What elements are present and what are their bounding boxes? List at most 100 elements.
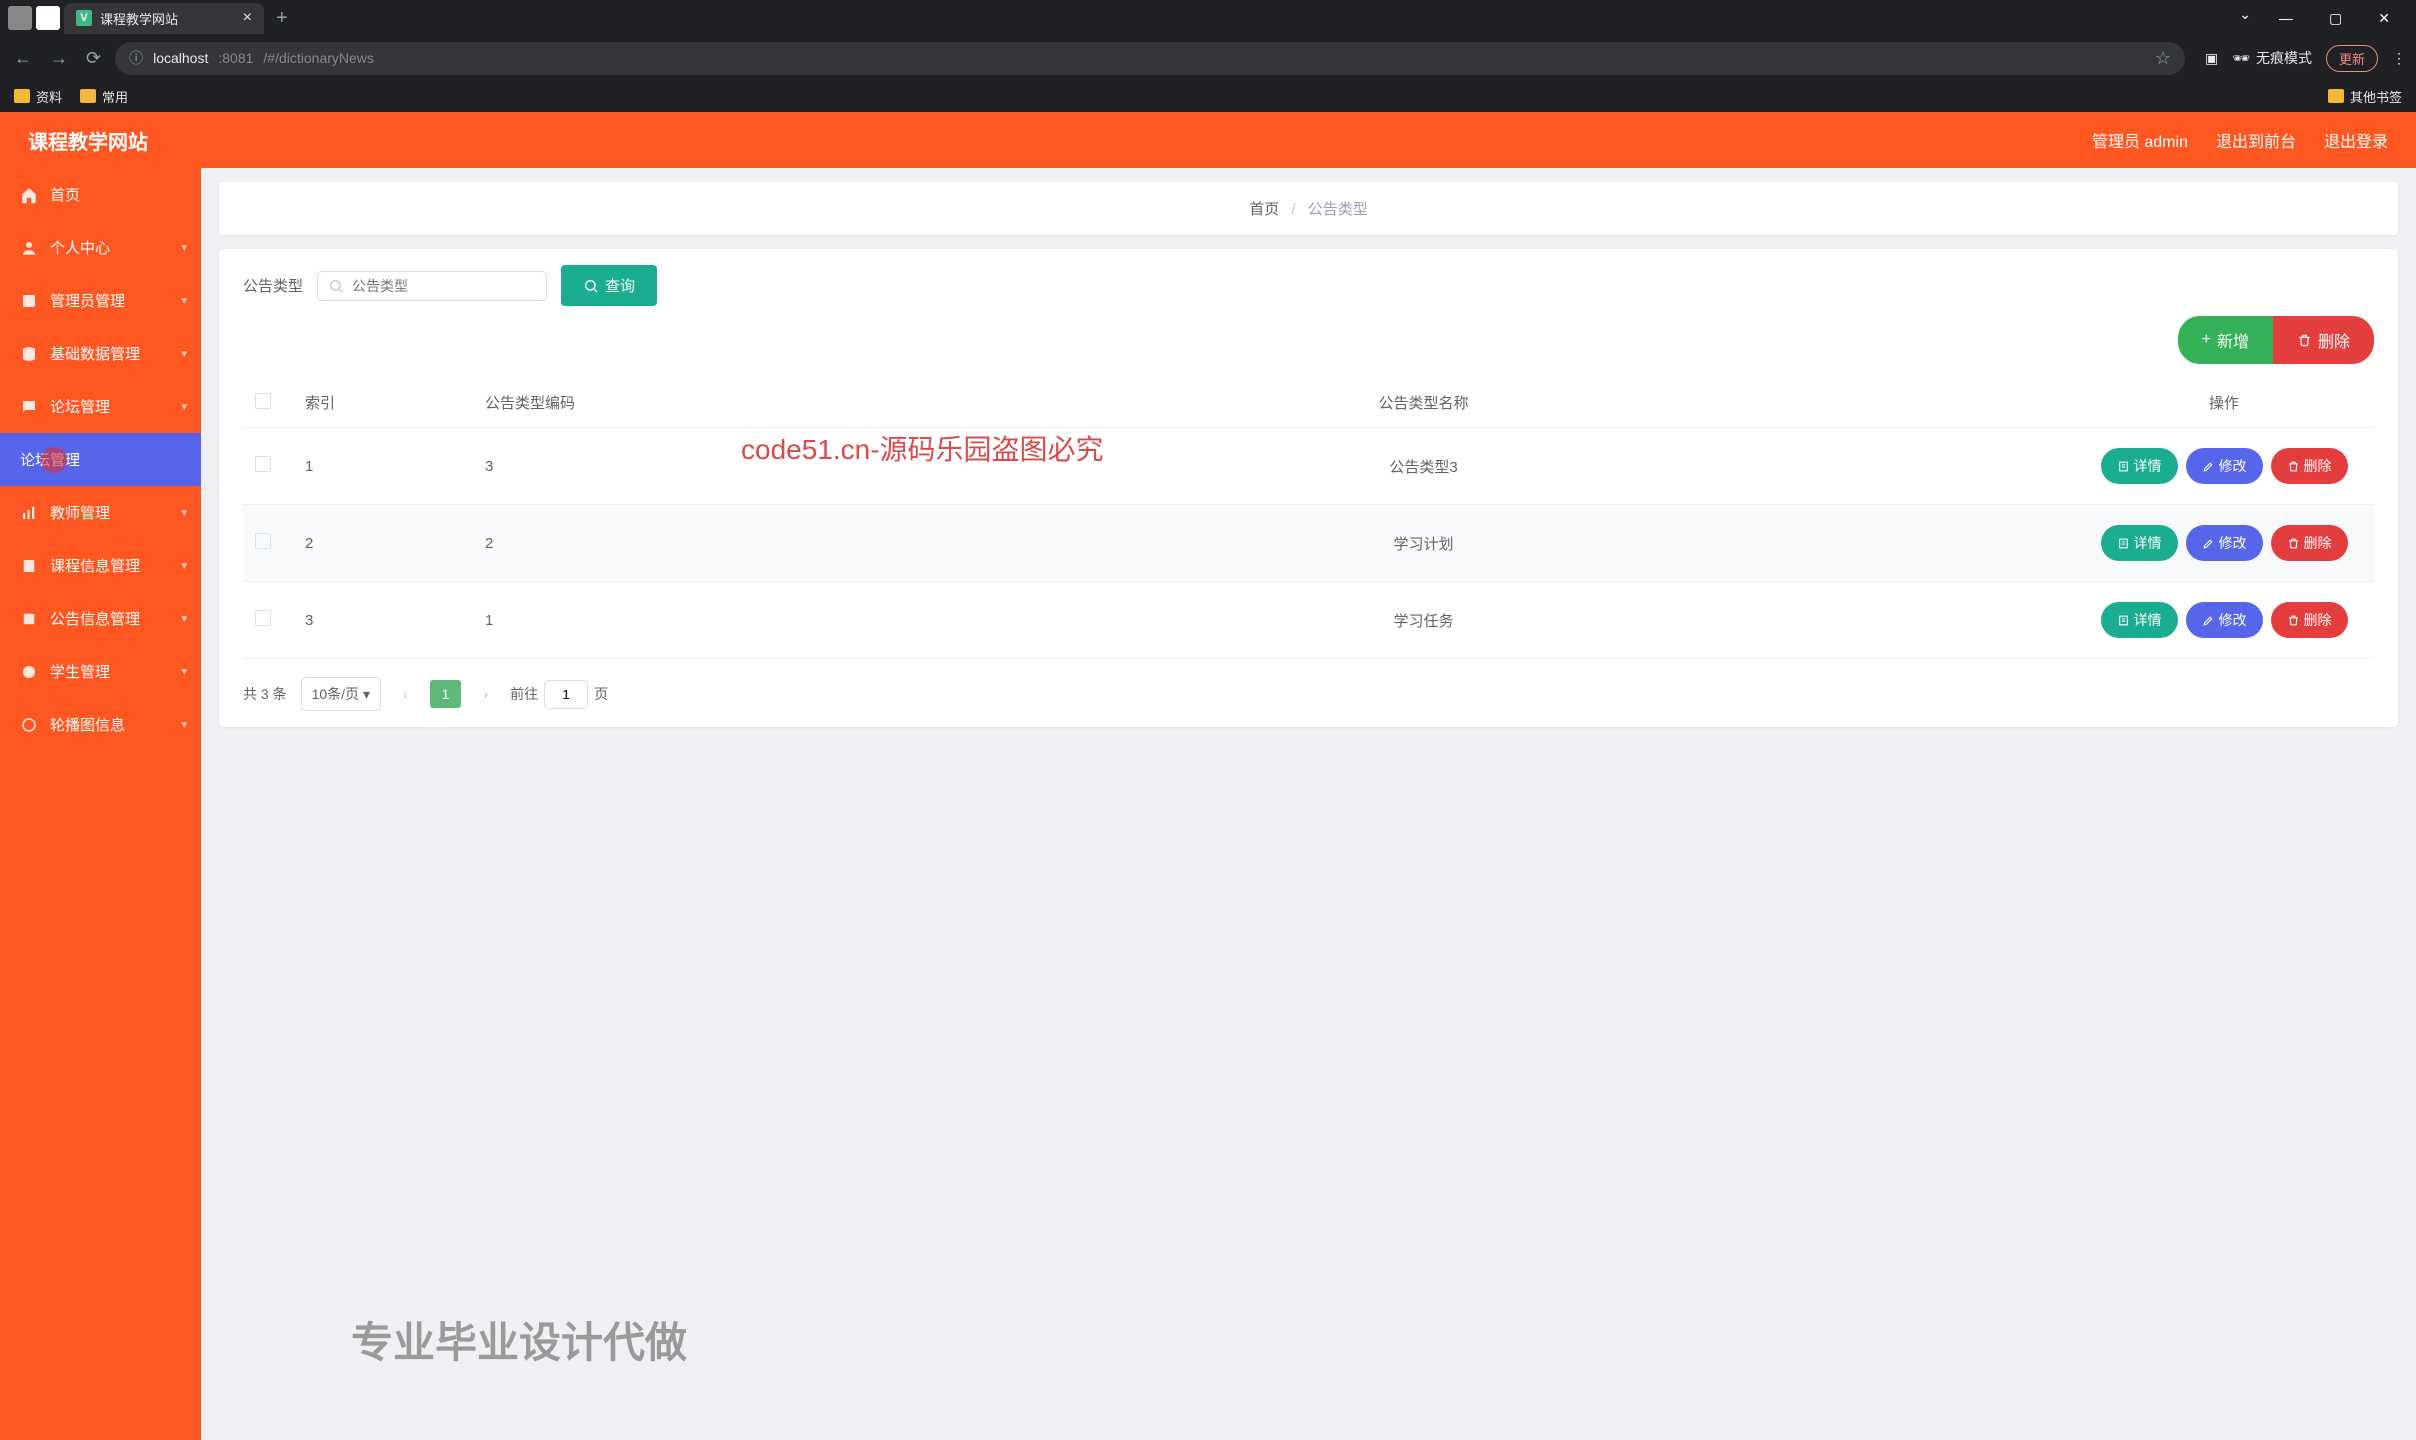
reload-button[interactable]: ⟳ xyxy=(82,44,105,73)
star-icon[interactable]: ☆ xyxy=(2155,48,2171,69)
more-icon[interactable]: ⋮ xyxy=(2392,50,2406,67)
doc-icon xyxy=(2117,614,2130,627)
table-row: 3 1 学习任务 详情 修改 删除 xyxy=(243,582,2374,659)
bookmark-bar: 资料 常用 其他书签 xyxy=(0,80,2416,112)
detail-button[interactable]: 详情 xyxy=(2101,602,2178,638)
sidebar-item-course[interactable]: 课程信息管理 ▾ xyxy=(0,539,201,592)
row-checkbox[interactable] xyxy=(255,456,271,472)
trash-icon xyxy=(2297,333,2312,348)
exit-to-front-link[interactable]: 退出到前台 xyxy=(2216,128,2296,152)
sidebar-item-student[interactable]: 学生管理 ▾ xyxy=(0,645,201,698)
trash-icon xyxy=(2287,614,2300,627)
cell-name: 学习计划 xyxy=(773,505,2074,582)
url-host: localhost xyxy=(153,50,208,66)
url-path: /#/dictionaryNews xyxy=(263,50,374,66)
address-bar[interactable]: ⓘ localhost :8081 /#/dictionaryNews ☆ xyxy=(115,42,2185,75)
cursor-ring xyxy=(41,447,67,473)
table-row: 1 3 公告类型3 详情 修改 删除 xyxy=(243,428,2374,505)
pagination-total: 共 3 条 xyxy=(243,684,287,704)
sidebar-item-label: 管理员管理 xyxy=(50,290,125,311)
sidebar-item-label: 基础数据管理 xyxy=(50,343,140,364)
url-port: :8081 xyxy=(218,50,253,66)
bookmark-item[interactable]: 常用 xyxy=(80,87,128,106)
back-button[interactable]: ← xyxy=(10,44,36,73)
chat-icon xyxy=(20,398,38,416)
row-checkbox[interactable] xyxy=(255,610,271,626)
browser-tab[interactable]: V 课程教学网站 × xyxy=(64,3,264,34)
sidebar-item-home[interactable]: 首页 xyxy=(0,168,201,221)
sidebar-item-notice[interactable]: 公告信息管理 ▾ xyxy=(0,592,201,645)
sidebar-item-forum[interactable]: 论坛管理 ▾ xyxy=(0,380,201,433)
delete-button[interactable]: 删除 xyxy=(2271,448,2348,484)
notice-icon xyxy=(20,610,38,628)
window-controls: ⌄ — ▢ ✕ xyxy=(2239,6,2408,31)
edit-icon xyxy=(2202,537,2215,550)
bookmark-other[interactable]: 其他书签 xyxy=(2328,87,2402,106)
logout-link[interactable]: 退出登录 xyxy=(2324,128,2388,152)
chevron-down-icon: ▾ xyxy=(363,686,370,702)
edit-button[interactable]: 修改 xyxy=(2186,525,2263,561)
th-index: 索引 xyxy=(293,378,473,428)
select-all-checkbox[interactable] xyxy=(255,393,271,409)
detail-button[interactable]: 详情 xyxy=(2101,525,2178,561)
toolbar-right: ▣ 🕶 无痕模式 更新 ⋮ xyxy=(2205,45,2406,72)
sidebar-item-forum-active[interactable]: 论坛管理 xyxy=(0,433,201,486)
page-jump-input[interactable] xyxy=(544,680,588,709)
search-label: 公告类型 xyxy=(243,275,303,296)
search-input[interactable] xyxy=(352,278,536,294)
incognito-icon: 🕶 xyxy=(2232,50,2250,67)
nav-bar: ← → ⟳ ⓘ localhost :8081 /#/dictionaryNews … xyxy=(0,36,2416,80)
cell-index: 2 xyxy=(293,505,473,582)
sidebar-item-profile[interactable]: 个人中心 ▾ xyxy=(0,221,201,274)
search-input-wrap[interactable] xyxy=(317,271,547,301)
app-header: 课程教学网站 管理员 admin 退出到前台 退出登录 xyxy=(0,112,2416,168)
data-table: 索引 公告类型编码 公告类型名称 操作 1 3 公告类型3 详情 修改 删除 2… xyxy=(243,378,2374,659)
os-icon xyxy=(8,6,32,30)
tab-title: 课程教学网站 xyxy=(100,9,178,28)
edit-button[interactable]: 修改 xyxy=(2186,602,2263,638)
prev-page-button[interactable]: ‹ xyxy=(395,680,416,708)
detail-button[interactable]: 详情 xyxy=(2101,448,2178,484)
sidebar-item-teacher[interactable]: 教师管理 ▾ xyxy=(0,486,201,539)
footer-promo: 专业毕业设计代做 xyxy=(351,1309,687,1370)
chevron-down-icon[interactable]: ⌄ xyxy=(2239,6,2251,31)
sidebar-item-label: 论坛管理 xyxy=(50,396,110,417)
breadcrumb-home[interactable]: 首页 xyxy=(1249,201,1279,218)
user-label[interactable]: 管理员 admin xyxy=(2092,128,2188,152)
page-jump: 前往 页 xyxy=(510,680,608,709)
th-ops: 操作 xyxy=(2074,378,2374,428)
sidebar-item-label: 课程信息管理 xyxy=(50,555,140,576)
search-icon xyxy=(583,278,599,294)
next-page-button[interactable]: › xyxy=(475,680,496,708)
sidebar-item-carousel[interactable]: 轮播图信息 ▾ xyxy=(0,698,201,751)
close-window-button[interactable]: ✕ xyxy=(2370,6,2398,31)
sidebar-item-admin[interactable]: 管理员管理 ▾ xyxy=(0,274,201,327)
close-icon[interactable]: × xyxy=(243,9,252,27)
new-tab-button[interactable]: + xyxy=(268,7,296,30)
row-actions: 详情 修改 删除 xyxy=(2086,525,2362,561)
bars-icon xyxy=(20,504,38,522)
cell-index: 1 xyxy=(293,428,473,505)
search-row: 公告类型 查询 xyxy=(243,265,2374,306)
maximize-button[interactable]: ▢ xyxy=(2321,6,2350,31)
sidebar-item-basedata[interactable]: 基础数据管理 ▾ xyxy=(0,327,201,380)
page-size-select[interactable]: 10条/页 ▾ xyxy=(301,677,381,711)
trash-icon xyxy=(2287,537,2300,550)
forward-button[interactable]: → xyxy=(46,44,72,73)
app-icon xyxy=(36,6,60,30)
minimize-button[interactable]: — xyxy=(2271,6,2301,31)
delete-button[interactable]: 删除 xyxy=(2271,602,2348,638)
delete-button[interactable]: 删除 xyxy=(2271,525,2348,561)
page-number[interactable]: 1 xyxy=(430,680,462,708)
extensions-icon[interactable]: ▣ xyxy=(2205,50,2218,67)
add-button[interactable]: + 新增 xyxy=(2178,316,2273,364)
edit-button[interactable]: 修改 xyxy=(2186,448,2263,484)
main-content: 首页 / 公告类型 公告类型 查询 + 新增 xyxy=(201,168,2416,1440)
search-button[interactable]: 查询 xyxy=(561,265,657,306)
info-icon[interactable]: ⓘ xyxy=(129,48,143,68)
incognito-label: 无痕模式 xyxy=(2256,48,2312,68)
update-button[interactable]: 更新 xyxy=(2326,45,2378,72)
row-checkbox[interactable] xyxy=(255,533,271,549)
bookmark-item[interactable]: 资料 xyxy=(14,87,62,106)
delete-all-button[interactable]: 删除 xyxy=(2273,316,2374,364)
